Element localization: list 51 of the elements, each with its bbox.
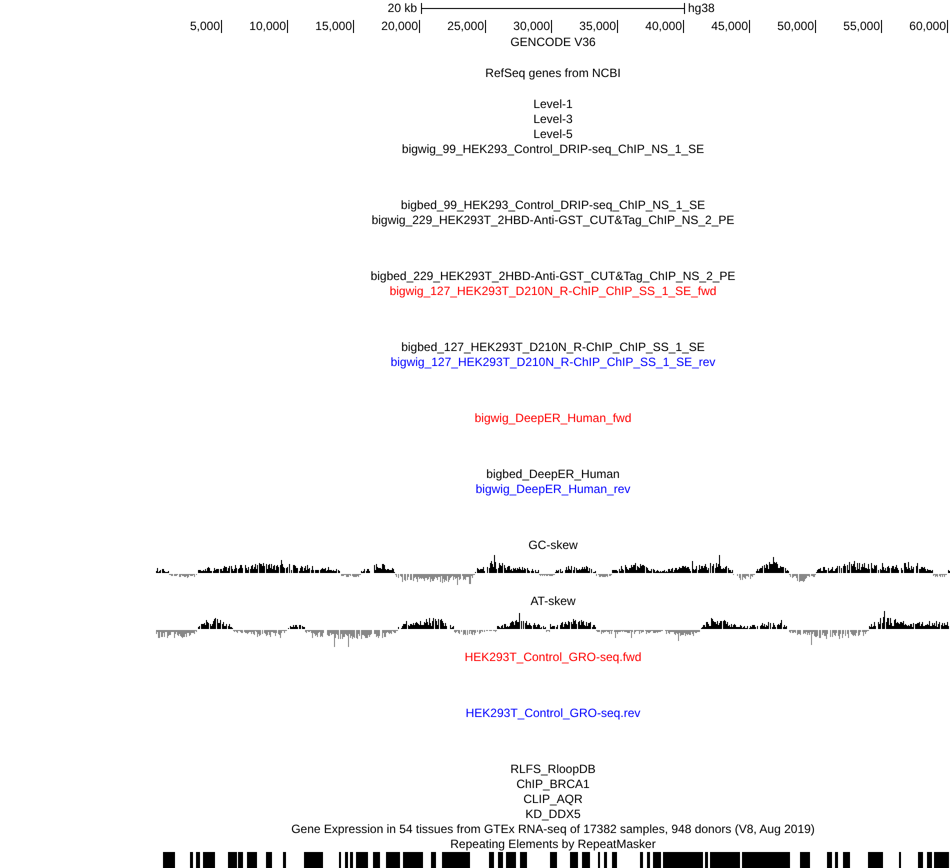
track-label: bigwig_127_HEK293T_D210N_R-ChIP_ChIP_SS_1_SE_fwd <box>390 284 716 299</box>
position-label: 5,000 <box>190 18 221 34</box>
track-label: HEK293T_Control_GRO-seq.fwd <box>464 650 642 665</box>
track-label: bigbed_99_HEK293_Control_DRIP-seq_ChIP_NS_1_SE <box>400 198 706 213</box>
track-label: Level-1 <box>533 97 573 112</box>
track-label: Repeating Elements by RepeatMasker <box>450 837 656 852</box>
track-label: HEK293T_Control_GRO-seq.rev <box>466 706 640 721</box>
track-label: bigwig_229_HEK293T_2HBD-Anti-GST_CUT&Tag_ChIP_NS_2_PE <box>372 213 734 228</box>
ruler-tick <box>419 20 420 32</box>
ruler-tick <box>617 20 618 32</box>
track-label: RefSeq genes from NCBI <box>485 66 621 81</box>
track-label: bigwig_99_HEK293_Control_DRIP-seq_ChIP_NS_1_SE <box>402 142 704 157</box>
position-label: 60,000 <box>909 18 947 34</box>
track-label: AT-skew <box>530 594 576 609</box>
track-label: KD_DDX5 <box>525 807 581 822</box>
ruler-tick <box>815 20 816 32</box>
position-label: 45,000 <box>711 18 749 34</box>
track-label: bigwig_127_HEK293T_D210N_R-ChIP_ChIP_SS_1_SE_rev <box>390 355 716 370</box>
ruler-tick <box>221 20 222 32</box>
position-label: 50,000 <box>777 18 815 34</box>
position-label: 10,000 <box>249 18 287 34</box>
ruler-tick <box>551 20 552 32</box>
scale-label: 20 kb <box>388 0 417 16</box>
ruler-tick <box>353 20 354 32</box>
track-label: GC-skew <box>528 538 578 553</box>
track-label: RLFS_RloopDB <box>510 762 596 777</box>
position-label: 30,000 <box>513 18 551 34</box>
position-label: 15,000 <box>315 18 353 34</box>
ruler-tick <box>683 20 684 32</box>
ruler-tick <box>485 20 486 32</box>
track-label: CLIP_AQR <box>523 792 583 807</box>
ruler-tick <box>749 20 750 32</box>
position-label: 55,000 <box>843 18 881 34</box>
ruler-tick <box>947 20 948 32</box>
track-label: bigbed_DeepER_Human <box>486 467 620 482</box>
assembly-label: hg38 <box>688 0 715 16</box>
track-label: bigbed_127_HEK293T_D210N_R-ChIP_ChIP_SS_1_SE <box>401 340 705 355</box>
position-label: 40,000 <box>645 18 683 34</box>
track-label: bigwig_DeepER_Human_fwd <box>474 411 632 426</box>
track-label: GENCODE V36 <box>510 35 596 50</box>
track-label: ChIP_BRCA1 <box>516 777 590 792</box>
track-label: Level-3 <box>533 112 573 127</box>
track-label: Level-5 <box>533 127 573 142</box>
ruler-tick <box>881 20 882 32</box>
track-label: Gene Expression in 54 tissues from GTEx RNA-seq of 17382 samples, 948 donors (V8, Aug 2019) <box>291 822 815 837</box>
track-label: bigbed_229_HEK293T_2HBD-Anti-GST_CUT&Tag_ChIP_NS_2_PE <box>370 269 736 284</box>
track-label: bigwig_DeepER_Human_rev <box>476 482 630 497</box>
ruler-tick <box>287 20 288 32</box>
position-label: 25,000 <box>447 18 485 34</box>
position-label: 35,000 <box>579 18 617 34</box>
position-label: 20,000 <box>381 18 419 34</box>
